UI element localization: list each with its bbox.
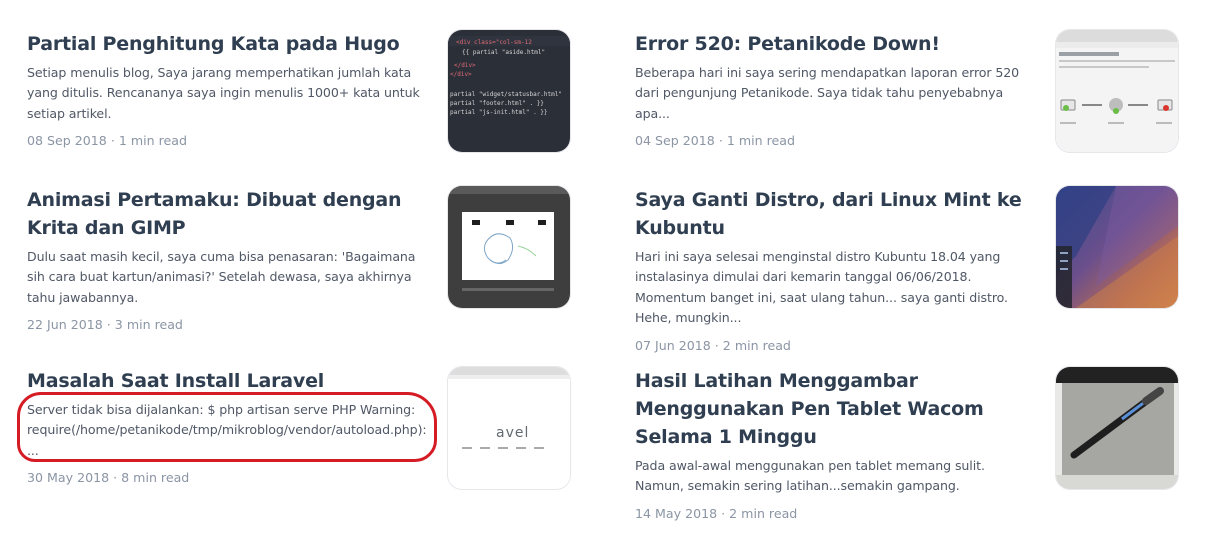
post-excerpt: Server tidak bisa dijalankan: $ php arti… [27,402,427,458]
post-date: 22 Jun 2018 [27,317,103,333]
post-title[interactable]: Hasil Latihan Menggambar Menggunakan Pen… [635,367,1035,451]
post-date: 30 May 2018 [27,470,110,486]
svg-text:partial "widget/statusbar.html: partial "widget/statusbar.html" [450,91,562,98]
post-meta: 07 Jun 2018 · 2 min read [635,337,1035,355]
post-read-time: 2 min read [729,505,798,521]
meta-separator: · [113,470,122,486]
post-title[interactable]: Saya Ganti Distro, dari Linux Mint ke Ku… [635,186,1035,242]
meta-separator: · [714,337,723,353]
svg-text:</div>: </div> [454,62,476,69]
svg-text:partial "footer.html" . }}: partial "footer.html" . }} [450,100,544,107]
post-excerpt: Beberapa hari ini saya sering mendapatka… [635,65,1020,121]
laravel-logo-text: avel [496,425,529,441]
post-date: 14 May 2018 [635,505,718,521]
meta-separator: · [718,133,727,149]
post-read-time: 1 min read [726,133,795,149]
post-meta: 22 Jun 2018 · 3 min read [27,316,427,334]
post-excerpt: Pada awal-awal menggunakan pen tablet me… [635,458,985,494]
laravel-welcome-thumbnail[interactable]: avel [448,367,570,489]
post-meta: 08 Sep 2018 · 1 min read [27,132,427,150]
post-read-time: 1 min read [118,133,187,149]
meta-separator: · [721,505,730,521]
post-meta: 04 Sep 2018 · 1 min read [635,132,1035,150]
post-date: 04 Sep 2018 [635,133,715,149]
post-text: Partial Penghitung Kata pada Hugo Setiap… [27,30,427,150]
post-text: Animasi Pertamaku: Dibuat dengan Krita d… [27,186,427,334]
post-excerpt: Hari ini saya selesai menginstal distro … [635,249,1008,326]
animation-sketch-thumbnail[interactable] [448,186,570,308]
error-page-thumbnail[interactable] [1056,30,1178,152]
post-title[interactable]: Masalah Saat Install Laravel [27,367,427,395]
svg-text:<div class="col-sm-12: <div class="col-sm-12 [456,39,532,46]
post-text: Hasil Latihan Menggambar Menggunakan Pen… [635,367,1035,523]
svg-text:</div>: </div> [450,71,472,78]
post-title[interactable]: Partial Penghitung Kata pada Hugo [27,30,427,58]
post-text: Error 520: Petanikode Down! Beberapa har… [635,30,1035,150]
svg-text:{{ partial "aside.html": {{ partial "aside.html" [462,49,545,56]
post-excerpt: Setiap menulis blog, Saya jarang memperh… [27,65,420,121]
svg-text:partial "js-init.html" . }}: partial "js-init.html" . }} [450,109,548,116]
post-meta: 30 May 2018 · 8 min read [27,469,427,487]
post-text: Masalah Saat Install Laravel Server tida… [27,367,427,487]
post-read-time: 3 min read [114,317,183,333]
post-title[interactable]: Error 520: Petanikode Down! [635,30,1035,58]
kde-wallpaper-thumbnail[interactable] [1056,186,1178,308]
meta-separator: · [110,133,119,149]
post-text: Saya Ganti Distro, dari Linux Mint ke Ku… [635,186,1035,355]
code-editor-thumbnail[interactable]: <div class="col-sm-12 {{ partial "aside.… [448,30,570,152]
post-title[interactable]: Animasi Pertamaku: Dibuat dengan Krita d… [27,186,427,242]
meta-separator: · [106,317,115,333]
pen-tablet-thumbnail[interactable] [1056,367,1178,489]
post-read-time: 2 min read [722,337,791,353]
post-date: 07 Jun 2018 [635,337,711,353]
post-read-time: 8 min read [121,470,190,486]
post-date: 08 Sep 2018 [27,133,107,149]
post-meta: 14 May 2018 · 2 min read [635,505,1035,523]
post-excerpt: Dulu saat masih kecil, saya cuma bisa pe… [27,249,416,305]
